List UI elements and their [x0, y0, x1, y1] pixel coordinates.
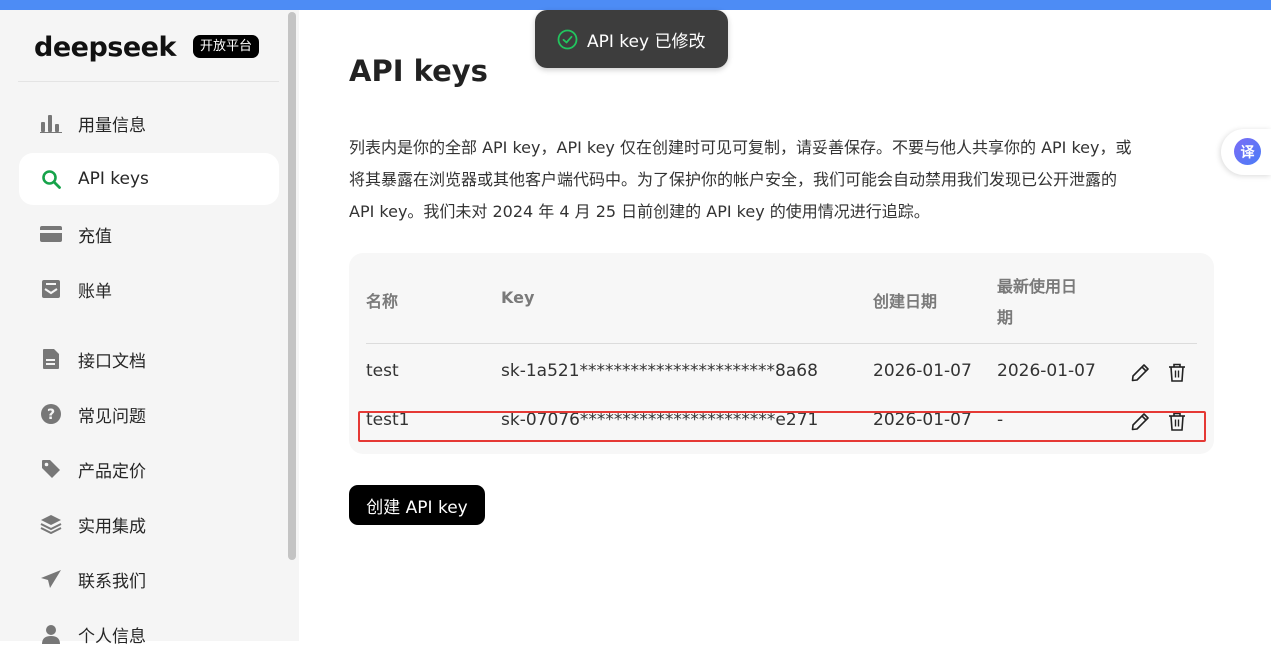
column-header-last-used: 最新使用日: [997, 277, 1078, 296]
page-description: 列表内是你的全部 API key，API key 仅在创建时可见可复制，请妥善保…: [349, 132, 1209, 228]
top-accent-bar: [0, 0, 1271, 10]
column-header-key: Key: [501, 288, 535, 307]
translate-icon: 译: [1234, 138, 1261, 165]
sidebar-item-label: 实用集成: [78, 516, 146, 537]
sidebar-item-label: 产品定价: [78, 461, 146, 482]
sidebar-item-label: 接口文档: [78, 351, 146, 372]
toast-message: API key 已修改: [587, 31, 706, 52]
check-circle-icon: [557, 29, 578, 50]
tag-icon: [39, 457, 63, 481]
invoice-icon: [39, 277, 63, 301]
sidebar-item-contact[interactable]: 联系我们: [19, 553, 279, 605]
question-icon: ?: [39, 402, 63, 426]
search-icon: [39, 167, 63, 191]
sidebar-item-label: 联系我们: [78, 571, 146, 592]
sidebar-scrollbar[interactable]: [288, 12, 296, 560]
sidebar-item-usage[interactable]: 用量信息: [19, 97, 279, 149]
description-line: 将其暴露在浏览器或其他客户端代码中。为了保护你的帐户安全，我们可能会自动禁用我们…: [349, 170, 1118, 189]
description-line: API key。我们未对 2024 年 4 月 25 日前创建的 API key…: [349, 202, 930, 221]
sidebar-item-pricing[interactable]: 产品定价: [19, 443, 279, 495]
sidebar: deepseek 开放平台 用量信息 API keys 充值 账单 接口文档 ?…: [0, 10, 299, 647]
document-icon: [39, 347, 63, 371]
create-api-key-button[interactable]: 创建 API key: [349, 485, 485, 525]
sidebar-item-recharge[interactable]: 充值: [19, 208, 279, 260]
column-header-name: 名称: [366, 292, 399, 311]
sidebar-item-integrations[interactable]: 实用集成: [19, 498, 279, 550]
deepseek-logo[interactable]: deepseek: [34, 32, 176, 63]
layers-icon: [39, 512, 63, 536]
sidebar-divider: [18, 81, 279, 82]
sidebar-item-api-keys[interactable]: API keys: [19, 153, 279, 205]
row-created: 2026-01-07: [873, 361, 972, 381]
sidebar-item-billing[interactable]: 账单: [19, 263, 279, 315]
sidebar-item-label: 用量信息: [78, 115, 146, 136]
sidebar-item-label: 账单: [78, 281, 112, 302]
sidebar-item-docs[interactable]: 接口文档: [19, 333, 279, 385]
sidebar-item-faq[interactable]: ? 常见问题: [19, 388, 279, 440]
sidebar-item-profile[interactable]: 个人信息: [19, 608, 279, 660]
toast-notification: API key 已修改: [535, 10, 728, 68]
description-line: 列表内是你的全部 API key，API key 仅在创建时可见可复制，请妥善保…: [349, 138, 1132, 157]
user-icon: [39, 622, 63, 646]
translate-button[interactable]: 译: [1221, 129, 1271, 175]
send-icon: [39, 567, 63, 591]
row-name: test: [366, 361, 399, 381]
svg-text:?: ?: [47, 407, 55, 423]
page-title: API keys: [349, 54, 488, 88]
column-header-created: 创建日期: [873, 292, 938, 311]
sidebar-item-label: 常见问题: [78, 406, 146, 427]
sidebar-item-label: 个人信息: [78, 626, 146, 647]
column-header-last-used-cont: 期: [997, 308, 1014, 327]
sidebar-item-label: 充值: [78, 226, 112, 247]
row-last-used: 2026-01-07: [997, 361, 1096, 381]
row-highlight-box: [358, 411, 1206, 442]
edit-icon[interactable]: [1129, 361, 1151, 383]
table-header-divider: [366, 343, 1197, 344]
platform-badge: 开放平台: [193, 35, 260, 58]
card-icon: [39, 222, 63, 246]
delete-icon[interactable]: [1166, 361, 1188, 383]
row-key: sk-1a521***********************8a68: [501, 361, 818, 381]
sidebar-item-label: API keys: [78, 169, 149, 189]
bar-chart-icon: [39, 111, 63, 135]
